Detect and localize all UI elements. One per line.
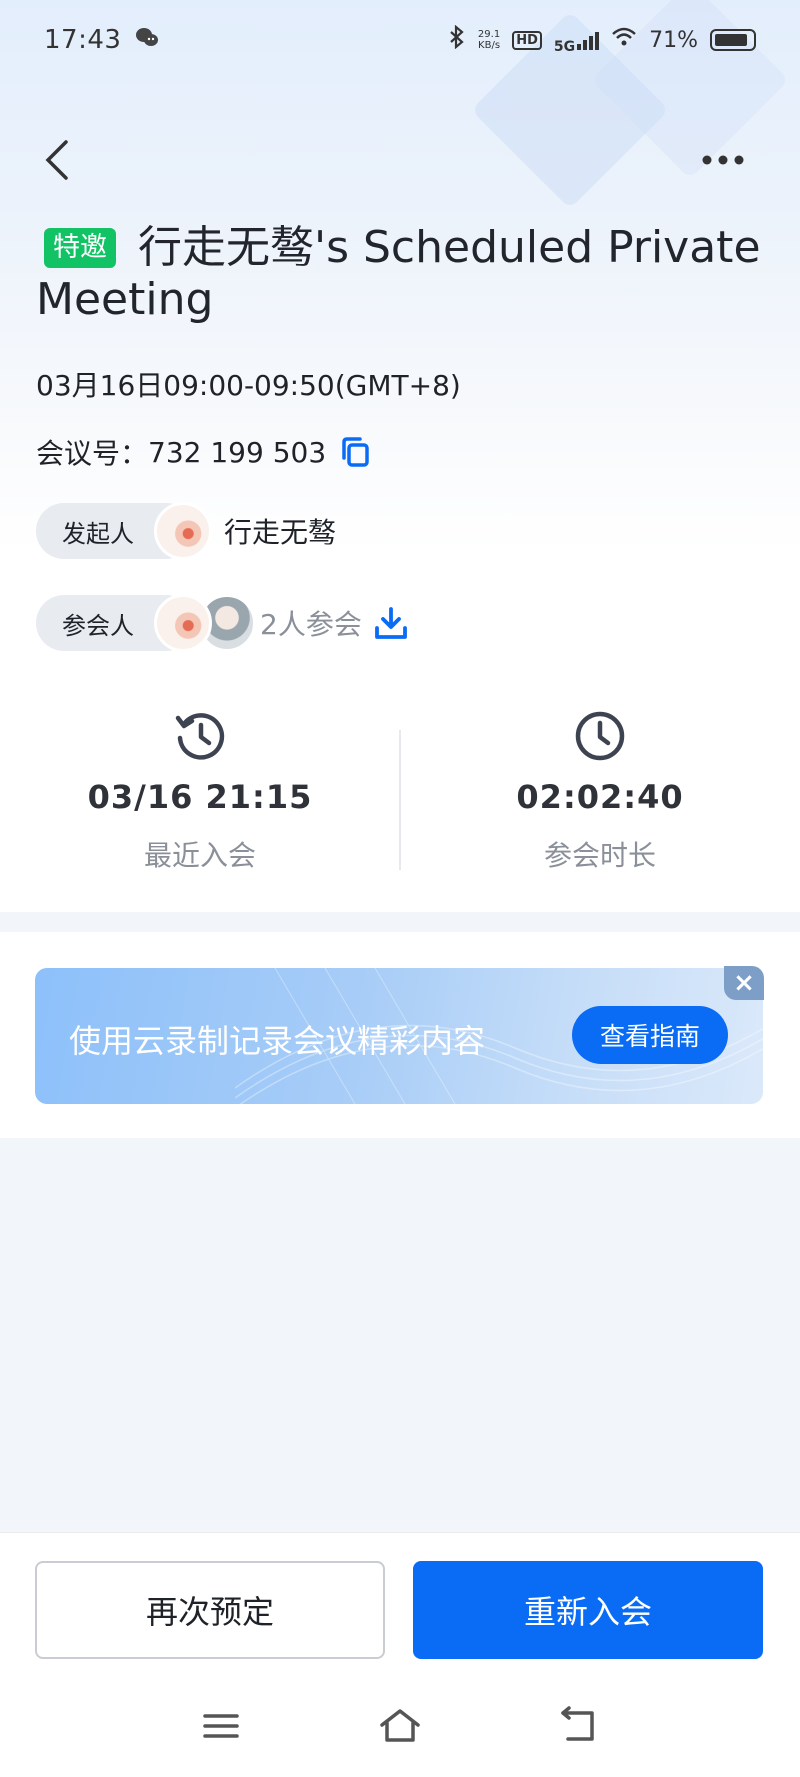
host-label: 发起人	[62, 519, 134, 548]
section-divider	[0, 912, 800, 932]
copy-icon[interactable]	[340, 436, 370, 468]
view-guide-button[interactable]: 查看指南	[572, 1006, 728, 1064]
bottom-action-bar: 再次预定 重新入会	[0, 1532, 800, 1777]
meeting-id-value: 732 199 503	[148, 435, 327, 469]
host-avatar[interactable]	[154, 502, 212, 560]
net-speed-value: 29.1	[477, 29, 501, 40]
status-time: 17:43	[44, 25, 122, 55]
meeting-id-label: 会议号：	[36, 437, 149, 470]
bluetooth-icon	[448, 24, 466, 55]
wechat-icon	[135, 26, 159, 54]
participants-count: 2人参会	[260, 608, 362, 641]
participants-row[interactable]: 参会人 2人参会	[36, 594, 408, 652]
duration-value: 02:02:40	[516, 778, 684, 816]
more-button[interactable]	[698, 142, 748, 178]
banner-section: 使用云录制记录会议精彩内容 查看指南 ×	[0, 932, 800, 1138]
meeting-title-text: 行走无骜's Scheduled Private Meeting	[36, 222, 761, 325]
system-nav-bar	[0, 1703, 800, 1753]
close-icon: ×	[733, 968, 755, 998]
rebook-button[interactable]: 再次预定	[35, 1561, 385, 1659]
duration-label: 参会时长	[543, 839, 656, 872]
last-join-label: 最近入会	[143, 839, 256, 872]
signal-icon	[577, 30, 600, 50]
special-invite-tag: 特邀	[44, 228, 116, 268]
battery-icon	[710, 29, 756, 51]
download-icon[interactable]	[374, 606, 408, 640]
chevron-left-icon	[45, 140, 68, 180]
last-join-stat: 03/16 21:15 最近入会	[0, 700, 400, 874]
last-join-value: 03/16 21:15	[87, 778, 313, 816]
host-row: 发起人 行走无骜	[36, 502, 336, 560]
wifi-icon	[611, 26, 637, 54]
back-button[interactable]	[40, 138, 76, 182]
back-nav-icon[interactable]	[556, 1703, 602, 1749]
hd-badge: HD	[512, 30, 542, 50]
status-bar: 17:43 29.1 KB/s HD 5G 71%	[0, 0, 800, 80]
meeting-detail-page: 17:43 29.1 KB/s HD 5G 71% 特邀 行走无骜's Sche…	[0, 0, 800, 1777]
participant-avatar	[154, 594, 212, 652]
duration-stat: 02:02:40 参会时长	[400, 700, 800, 874]
home-icon[interactable]	[377, 1703, 423, 1749]
history-icon	[175, 713, 225, 760]
more-dots-icon	[702, 155, 744, 165]
menu-icon[interactable]	[198, 1703, 244, 1749]
banner-close-button[interactable]: ×	[724, 966, 764, 1000]
meeting-stats: 03/16 21:15 最近入会 02:02:40 参会时长	[0, 700, 800, 910]
cloud-recording-banner[interactable]: 使用云录制记录会议精彩内容 查看指南	[35, 968, 763, 1104]
net-speed-unit: KB/s	[478, 40, 501, 51]
battery-percent: 71%	[649, 27, 698, 53]
banner-text: 使用云录制记录会议精彩内容	[69, 1022, 486, 1060]
host-name: 行走无骜	[224, 516, 337, 549]
network-type: 5G	[553, 39, 576, 55]
status-indicators: 29.1 KB/s HD 5G 71%	[448, 24, 756, 55]
participants-label: 参会人	[62, 611, 134, 640]
meeting-title: 特邀 行走无骜's Scheduled Private Meeting	[36, 222, 776, 326]
rejoin-button[interactable]: 重新入会	[413, 1561, 763, 1659]
meeting-time-range: 03月16日09:00-09:50(GMT+8)	[36, 369, 461, 402]
meeting-id-row: 会议号： 732 199 503	[36, 432, 370, 472]
net-speed: 29.1 KB/s	[478, 29, 500, 51]
clock-icon	[575, 711, 625, 761]
